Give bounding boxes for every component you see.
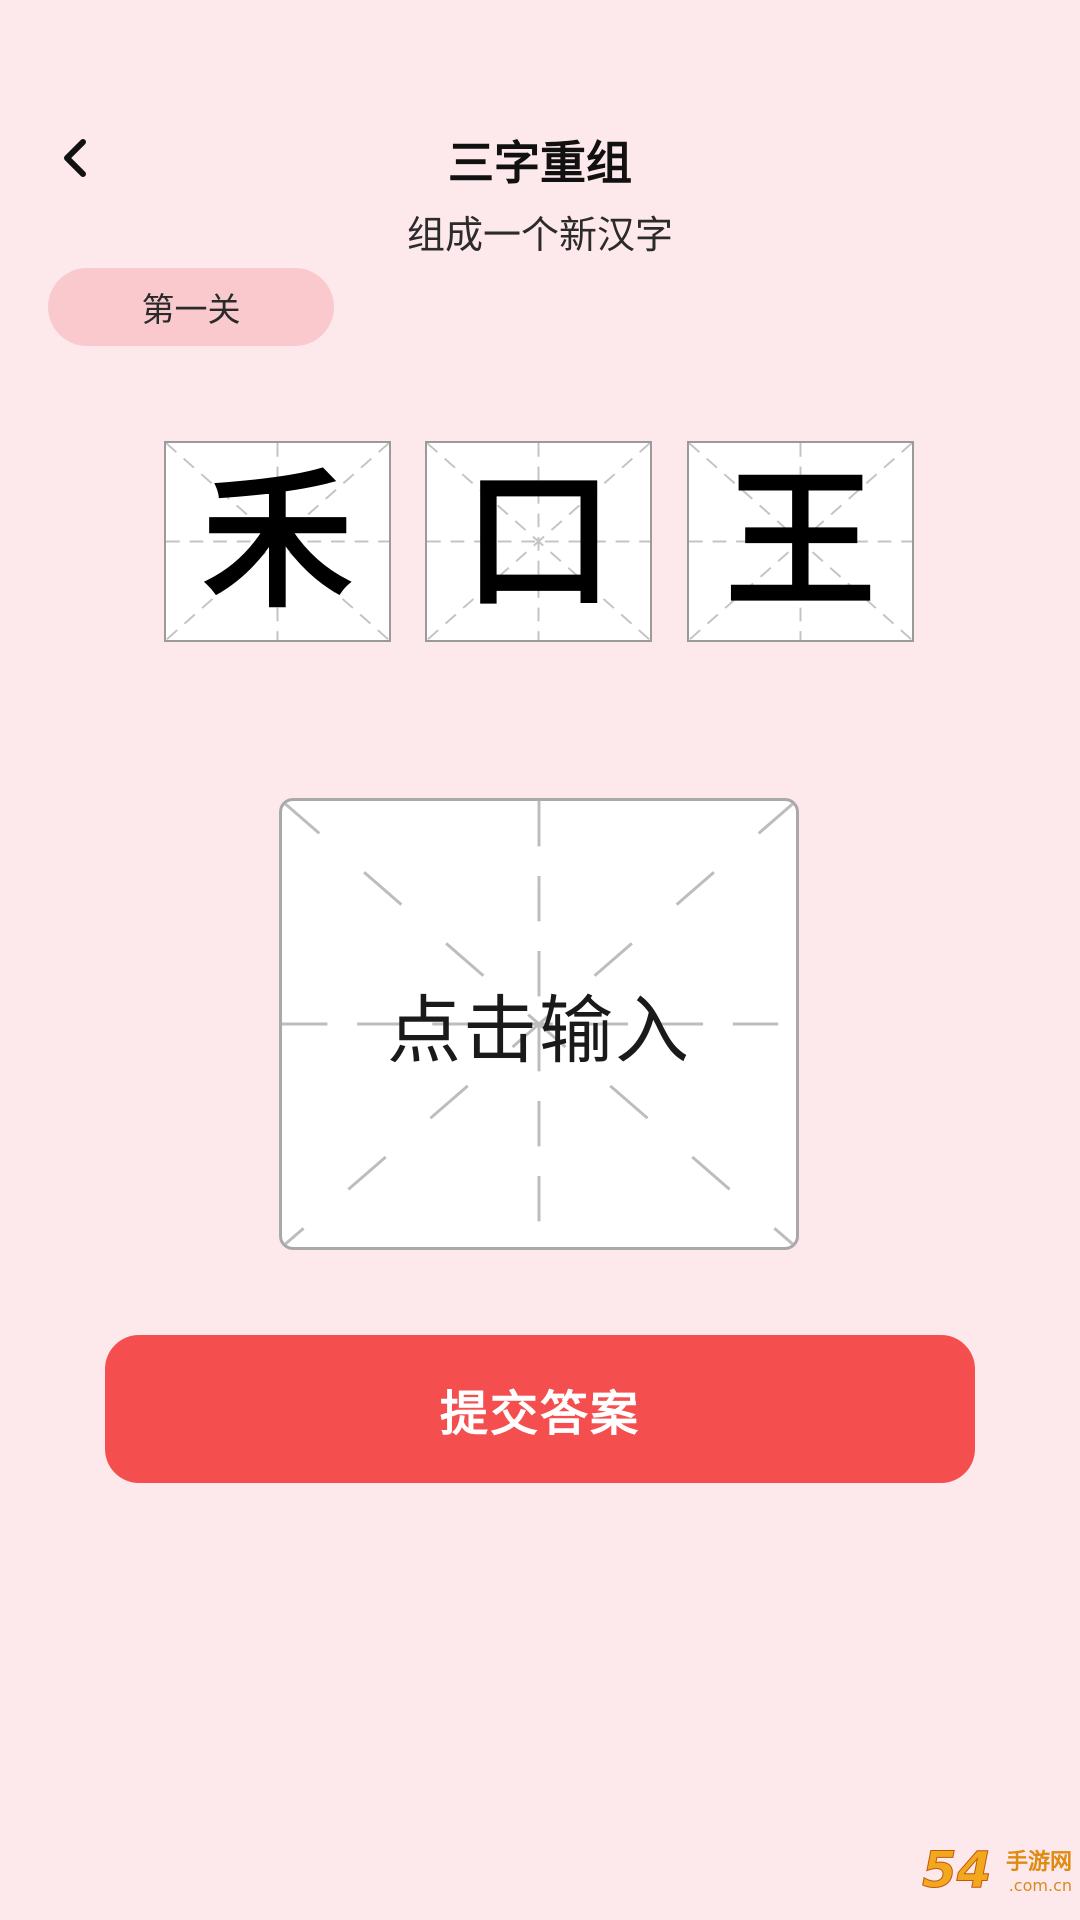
tile-character: 禾 xyxy=(202,454,353,629)
watermark-number: 54 xyxy=(922,1841,993,1900)
character-tile: 口 xyxy=(425,441,652,642)
character-tiles: 禾 口 王 xyxy=(164,441,916,646)
site-watermark-logo: 54 手游网 .com.cn xyxy=(922,1840,1072,1912)
tile-character: 口 xyxy=(463,454,614,629)
character-tile: 王 xyxy=(687,441,914,642)
tile-character: 王 xyxy=(725,454,876,629)
submit-answer-button[interactable]: 提交答案 xyxy=(105,1335,975,1483)
page-subtitle: 组成一个新汉字 xyxy=(406,213,673,257)
watermark-url: .com.cn xyxy=(1008,1876,1072,1895)
character-tile: 禾 xyxy=(164,441,391,642)
level-badge: 第一关 xyxy=(48,268,334,346)
page-title: 三字重组 xyxy=(448,136,632,190)
answer-placeholder: 点击输入 xyxy=(387,987,691,1074)
answer-input[interactable]: 点击输入 xyxy=(279,798,799,1250)
watermark-brand: 手游网 xyxy=(1005,1850,1072,1875)
